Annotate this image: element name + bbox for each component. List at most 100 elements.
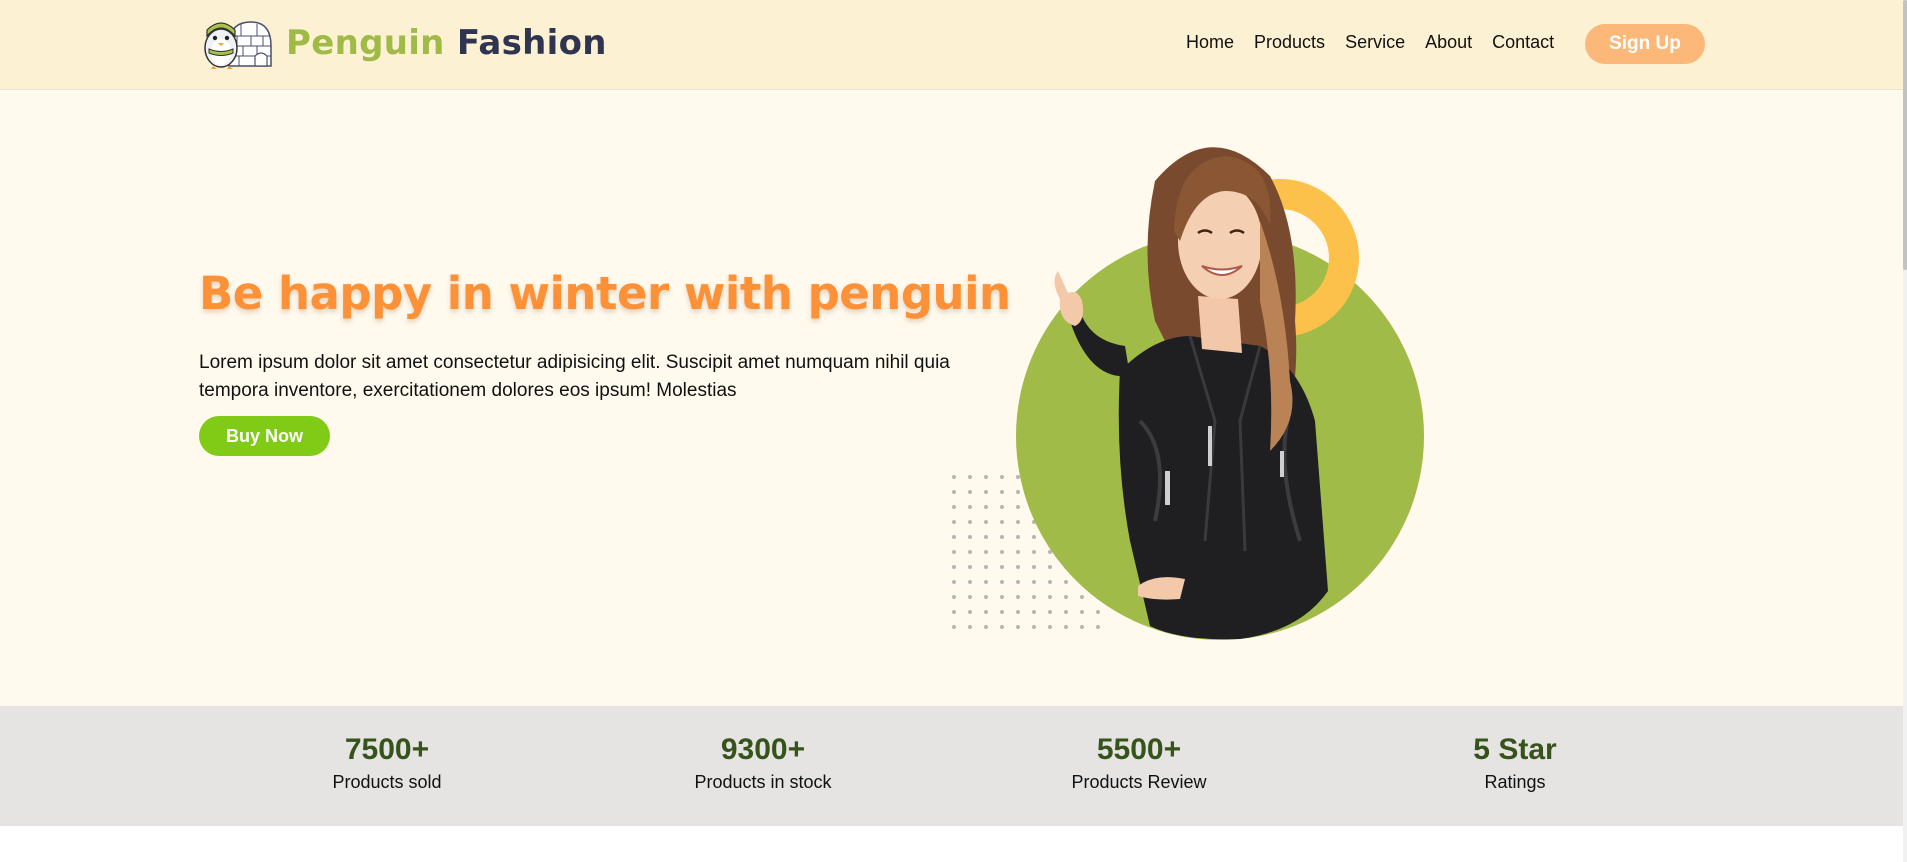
stat-value: 5500+ bbox=[1096, 733, 1182, 766]
pattern-dot bbox=[984, 505, 988, 509]
pattern-dot bbox=[968, 535, 972, 539]
scrollbar-thumb[interactable] bbox=[1903, 0, 1907, 270]
brand-name-part1: Penguin bbox=[286, 23, 445, 63]
pattern-dot bbox=[984, 580, 988, 584]
nav-home[interactable]: Home bbox=[1186, 32, 1234, 53]
pattern-dot bbox=[1064, 610, 1068, 614]
pattern-dot bbox=[1032, 565, 1036, 569]
pattern-dot bbox=[968, 595, 972, 599]
pattern-dot bbox=[1080, 595, 1084, 599]
nav-contact[interactable]: Contact bbox=[1492, 32, 1554, 53]
pattern-dot bbox=[1016, 595, 1020, 599]
pattern-dot bbox=[1016, 505, 1020, 509]
stat-item: 7500+ Products sold bbox=[257, 734, 517, 793]
pattern-dot bbox=[984, 625, 988, 629]
pattern-dot bbox=[1048, 610, 1052, 614]
pattern-dot bbox=[1016, 490, 1020, 494]
brand-name-part2: Fashion bbox=[456, 23, 607, 63]
pattern-dot bbox=[1032, 550, 1036, 554]
pattern-dot bbox=[952, 490, 956, 494]
hero-image bbox=[952, 147, 1424, 640]
pattern-dot bbox=[1064, 580, 1068, 584]
site-header: Penguin Fashion Home Products Service Ab… bbox=[0, 0, 1903, 90]
pattern-dot bbox=[968, 580, 972, 584]
pattern-dot bbox=[1096, 625, 1100, 629]
pattern-dot bbox=[1032, 610, 1036, 614]
pattern-dot bbox=[1000, 610, 1004, 614]
pattern-dot bbox=[1016, 625, 1020, 629]
pattern-dot bbox=[1032, 580, 1036, 584]
pattern-dot bbox=[984, 595, 988, 599]
hero-headline: Be happy in winter with penguin bbox=[199, 267, 1011, 320]
buy-now-button[interactable]: Buy Now bbox=[199, 416, 330, 456]
pattern-dot bbox=[952, 475, 956, 479]
pattern-dot bbox=[1000, 505, 1004, 509]
stat-value: 9300+ bbox=[720, 733, 806, 766]
pattern-dot bbox=[984, 535, 988, 539]
stats-bar: 7500+ Products sold 9300+ Products in st… bbox=[0, 706, 1903, 826]
pattern-dot bbox=[1000, 490, 1004, 494]
pattern-dot bbox=[952, 505, 956, 509]
pattern-dot bbox=[1000, 550, 1004, 554]
pattern-dot bbox=[984, 475, 988, 479]
logo[interactable]: Penguin Fashion bbox=[199, 16, 607, 70]
stat-label: Products sold bbox=[332, 772, 442, 792]
pattern-dot bbox=[1000, 580, 1004, 584]
main-nav: Home Products Service About Contact bbox=[1186, 32, 1554, 53]
stat-item: 5500+ Products Review bbox=[1009, 734, 1269, 793]
pattern-dot bbox=[968, 490, 972, 494]
stat-item: 9300+ Products in stock bbox=[633, 734, 893, 793]
stat-value: 7500+ bbox=[344, 733, 430, 766]
pattern-dot bbox=[1016, 565, 1020, 569]
pattern-dot bbox=[984, 565, 988, 569]
nav-products[interactable]: Products bbox=[1254, 32, 1325, 53]
pattern-dot bbox=[968, 550, 972, 554]
pattern-dot bbox=[968, 565, 972, 569]
pattern-dot bbox=[1016, 520, 1020, 524]
pattern-dot bbox=[984, 610, 988, 614]
pattern-dot bbox=[1064, 625, 1068, 629]
pattern-dot bbox=[1048, 595, 1052, 599]
pattern-dot bbox=[984, 490, 988, 494]
pattern-dot bbox=[1016, 475, 1020, 479]
hero-paragraph: Lorem ipsum dolor sit amet consectetur a… bbox=[199, 352, 950, 401]
stat-label: Ratings bbox=[1484, 772, 1546, 792]
pattern-dot bbox=[1000, 535, 1004, 539]
pattern-dot bbox=[968, 625, 972, 629]
pattern-dot bbox=[1032, 595, 1036, 599]
pattern-dot bbox=[968, 475, 972, 479]
stat-item: 5 Star Ratings bbox=[1385, 734, 1645, 793]
sign-up-button[interactable]: Sign Up bbox=[1585, 24, 1705, 64]
pattern-dot bbox=[952, 520, 956, 524]
pattern-dot bbox=[1000, 475, 1004, 479]
nav-service[interactable]: Service bbox=[1345, 32, 1405, 53]
stat-label: Products Review bbox=[1071, 772, 1207, 792]
pattern-dot bbox=[952, 595, 956, 599]
pattern-dot bbox=[968, 505, 972, 509]
nav-about[interactable]: About bbox=[1425, 32, 1472, 53]
pattern-dot bbox=[1000, 565, 1004, 569]
pattern-dot bbox=[952, 625, 956, 629]
pattern-dot bbox=[1064, 595, 1068, 599]
pattern-dot bbox=[952, 610, 956, 614]
pattern-dot bbox=[1016, 580, 1020, 584]
pattern-dot bbox=[952, 550, 956, 554]
penguin-igloo-logo-icon bbox=[204, 21, 272, 69]
pattern-dot bbox=[1000, 595, 1004, 599]
pattern-dot bbox=[1000, 625, 1004, 629]
pattern-dot bbox=[952, 565, 956, 569]
pattern-dot bbox=[1032, 535, 1036, 539]
pattern-dot bbox=[1080, 625, 1084, 629]
pattern-dot bbox=[952, 535, 956, 539]
pattern-dot bbox=[1048, 580, 1052, 584]
pattern-dot bbox=[1048, 565, 1052, 569]
scrollbar-track[interactable] bbox=[1903, 0, 1907, 862]
stat-value: 5 Star bbox=[1473, 733, 1557, 766]
pattern-dot bbox=[1048, 625, 1052, 629]
pattern-dot bbox=[1016, 535, 1020, 539]
pattern-dot bbox=[1016, 610, 1020, 614]
stat-label: Products in stock bbox=[694, 772, 832, 792]
pattern-dot bbox=[984, 550, 988, 554]
pattern-dot bbox=[1096, 610, 1100, 614]
pattern-dot bbox=[1080, 610, 1084, 614]
